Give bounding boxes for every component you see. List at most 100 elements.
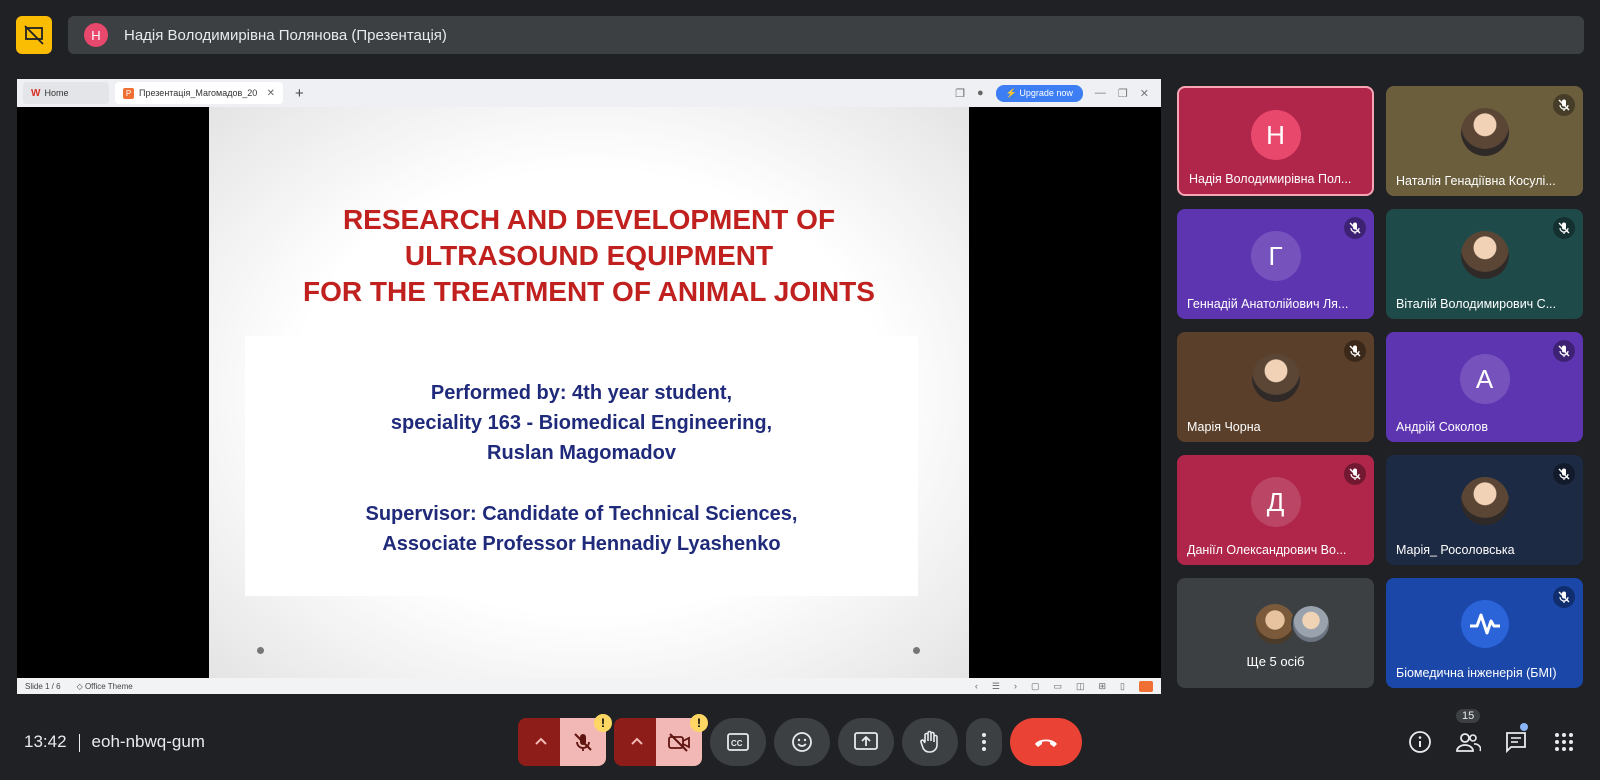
captions-icon: CC bbox=[727, 733, 749, 751]
participant-name: Андрій Соколов bbox=[1396, 420, 1489, 434]
divider bbox=[78, 733, 80, 752]
participant-tile[interactable]: Марія_ Росоловська bbox=[1386, 455, 1583, 565]
participant-tile[interactable]: Наталія Генадіївна Косулі... bbox=[1386, 86, 1583, 196]
participant-name: Біомедична інженерія (БМІ) bbox=[1396, 666, 1557, 680]
app-tabbar: W Home P Презентація_Магомадов_20 ✕ + ❐ ● ⚡… bbox=[17, 79, 1161, 107]
svg-text:CC: CC bbox=[731, 739, 743, 748]
participant-name: Даніїл Олександрович Во... bbox=[1187, 543, 1347, 557]
comment-icon[interactable]: ▭ bbox=[1053, 681, 1062, 692]
participant-photo bbox=[1251, 354, 1300, 402]
restore-icon[interactable]: ❐ bbox=[1118, 87, 1128, 100]
participant-avatar: Д bbox=[1250, 477, 1301, 527]
normal-view-icon[interactable]: ◫ bbox=[1076, 681, 1085, 692]
play-slideshow-icon[interactable] bbox=[1139, 680, 1153, 692]
leave-call-button[interactable] bbox=[1010, 718, 1082, 766]
camera-options-button[interactable] bbox=[614, 718, 660, 766]
participant-tile[interactable]: Н Надія Володимирівна Пол... bbox=[1177, 86, 1374, 196]
next-slide-icon[interactable]: › bbox=[1014, 681, 1017, 691]
notes-icon[interactable]: ▢ bbox=[1031, 681, 1040, 692]
captions-button[interactable]: CC bbox=[710, 718, 766, 766]
upgrade-button[interactable]: ⚡ Upgrade now bbox=[995, 84, 1083, 102]
mic-off-icon bbox=[574, 733, 592, 751]
slide-supervisor-line: Supervisor: Candidate of Technical Scien… bbox=[365, 503, 798, 525]
tab-presentation[interactable]: P Презентація_Магомадов_20 ✕ bbox=[115, 82, 283, 104]
new-tab-icon[interactable]: + bbox=[295, 85, 304, 102]
slide-title-line: FOR THE TREATMENT OF ANIMAL JOINTS bbox=[303, 276, 875, 307]
camera-warning-icon: ! bbox=[690, 714, 708, 732]
participant-tile[interactable]: Біомедична інженерія (БМІ) bbox=[1386, 578, 1583, 688]
participant-photo bbox=[1291, 604, 1331, 644]
raise-hand-button[interactable] bbox=[902, 718, 958, 766]
shared-screen: W Home P Презентація_Магомадов_20 ✕ + ❐ ● ⚡… bbox=[17, 79, 1161, 694]
minimize-icon[interactable]: — bbox=[1095, 87, 1106, 99]
mic-options-button[interactable] bbox=[518, 718, 564, 766]
camera-button[interactable]: ! bbox=[656, 714, 708, 766]
more-options-button[interactable] bbox=[966, 718, 1002, 766]
outline-icon[interactable]: ☰ bbox=[992, 681, 1000, 692]
participant-name: Геннадій Анатолійович Ля... bbox=[1187, 297, 1349, 311]
tab-presentation-label: Презентація_Магомадов_20 bbox=[139, 88, 258, 98]
slide-author-line: speciality 163 - Biomedical Engineering, bbox=[390, 412, 773, 434]
presenter-banner-text: Надія Володимирівна Полянова (Презентаці… bbox=[124, 26, 447, 44]
slide-supervisor: Supervisor: Candidate of Technical Scien… bbox=[245, 499, 918, 559]
tab-home-label: Home bbox=[44, 88, 69, 98]
presentation-file-icon: P bbox=[123, 87, 134, 99]
slide-author: Performed by: 4th year student, speciali… bbox=[245, 378, 918, 468]
participant-tile[interactable]: Г Геннадій Анатолійович Ля... bbox=[1177, 209, 1374, 319]
slide-decor-dot bbox=[257, 647, 264, 654]
presentation-stopped-icon[interactable] bbox=[16, 16, 52, 54]
participant-tile[interactable]: Д Даніїл Олександрович Во... bbox=[1177, 455, 1374, 565]
people-count-badge: 15 bbox=[1456, 709, 1481, 723]
prev-slide-icon[interactable]: ‹ bbox=[975, 681, 978, 691]
people-icon bbox=[1456, 733, 1481, 752]
mic-off-icon bbox=[1553, 217, 1575, 239]
participant-photo bbox=[1460, 108, 1509, 156]
meeting-info: 13:42 eoh-nbwq-gum bbox=[24, 732, 205, 752]
people-button[interactable] bbox=[1454, 728, 1482, 756]
participant-tile[interactable]: Віталій Володимирович С... bbox=[1386, 209, 1583, 319]
participant-photo bbox=[1460, 231, 1509, 279]
mic-off-icon bbox=[1553, 340, 1575, 362]
participant-photo bbox=[1255, 604, 1295, 644]
presenter-banner: Н Надія Володимирівна Полянова (Презента… bbox=[68, 16, 1584, 54]
participant-avatar: А bbox=[1459, 354, 1510, 404]
reading-view-icon[interactable]: ▯ bbox=[1120, 681, 1125, 692]
chat-notification-dot bbox=[1520, 723, 1528, 731]
department-logo-icon bbox=[1460, 600, 1509, 648]
more-vert-icon bbox=[982, 733, 986, 751]
slide-info-box: Performed by: 4th year student, speciali… bbox=[245, 336, 918, 596]
participant-tile[interactable]: Ще 5 осіб bbox=[1177, 578, 1374, 688]
present-button[interactable] bbox=[838, 718, 894, 766]
slide-counter: Slide 1 / 6 bbox=[25, 681, 61, 691]
emoji-icon bbox=[792, 732, 812, 752]
participant-tile[interactable]: Марія Чорна bbox=[1177, 332, 1374, 442]
meeting-details-button[interactable] bbox=[1406, 728, 1434, 756]
chat-icon bbox=[1506, 732, 1526, 754]
tab-home[interactable]: W Home bbox=[23, 82, 109, 104]
theme-label: ◇ Office Theme bbox=[76, 681, 133, 691]
account-icon[interactable]: ● bbox=[977, 87, 984, 99]
meeting-code[interactable]: eoh-nbwq-gum bbox=[92, 732, 205, 751]
mic-warning-icon: ! bbox=[594, 714, 612, 732]
chat-button[interactable] bbox=[1502, 728, 1530, 756]
app-statusbar: Slide 1 / 6 ◇ Office Theme ‹ ☰ › ▢ ▭ ◫ ⊞… bbox=[17, 678, 1161, 694]
end-call-icon bbox=[1035, 739, 1057, 747]
microphone-button[interactable]: ! bbox=[560, 714, 612, 766]
slide-author-line: Ruslan Magomadov bbox=[487, 442, 676, 464]
close-window-icon[interactable]: ✕ bbox=[1140, 87, 1149, 100]
info-icon bbox=[1409, 731, 1431, 753]
window-icon[interactable]: ❐ bbox=[955, 87, 965, 100]
reactions-button[interactable] bbox=[774, 718, 830, 766]
activities-button[interactable] bbox=[1550, 728, 1578, 756]
close-tab-icon[interactable]: ✕ bbox=[267, 88, 275, 99]
clock: 13:42 bbox=[24, 732, 67, 751]
participant-name: Марія Чорна bbox=[1187, 420, 1261, 434]
wps-logo-icon: W bbox=[31, 87, 41, 99]
present-screen-icon bbox=[854, 732, 878, 750]
mic-off-icon bbox=[1344, 217, 1366, 239]
participant-avatar: Г bbox=[1250, 231, 1301, 281]
participant-tile[interactable]: А Андрій Соколов bbox=[1386, 332, 1583, 442]
participant-name: Віталій Володимирович С... bbox=[1396, 297, 1557, 311]
sorter-view-icon[interactable]: ⊞ bbox=[1099, 681, 1107, 692]
mic-off-icon bbox=[1553, 94, 1575, 116]
